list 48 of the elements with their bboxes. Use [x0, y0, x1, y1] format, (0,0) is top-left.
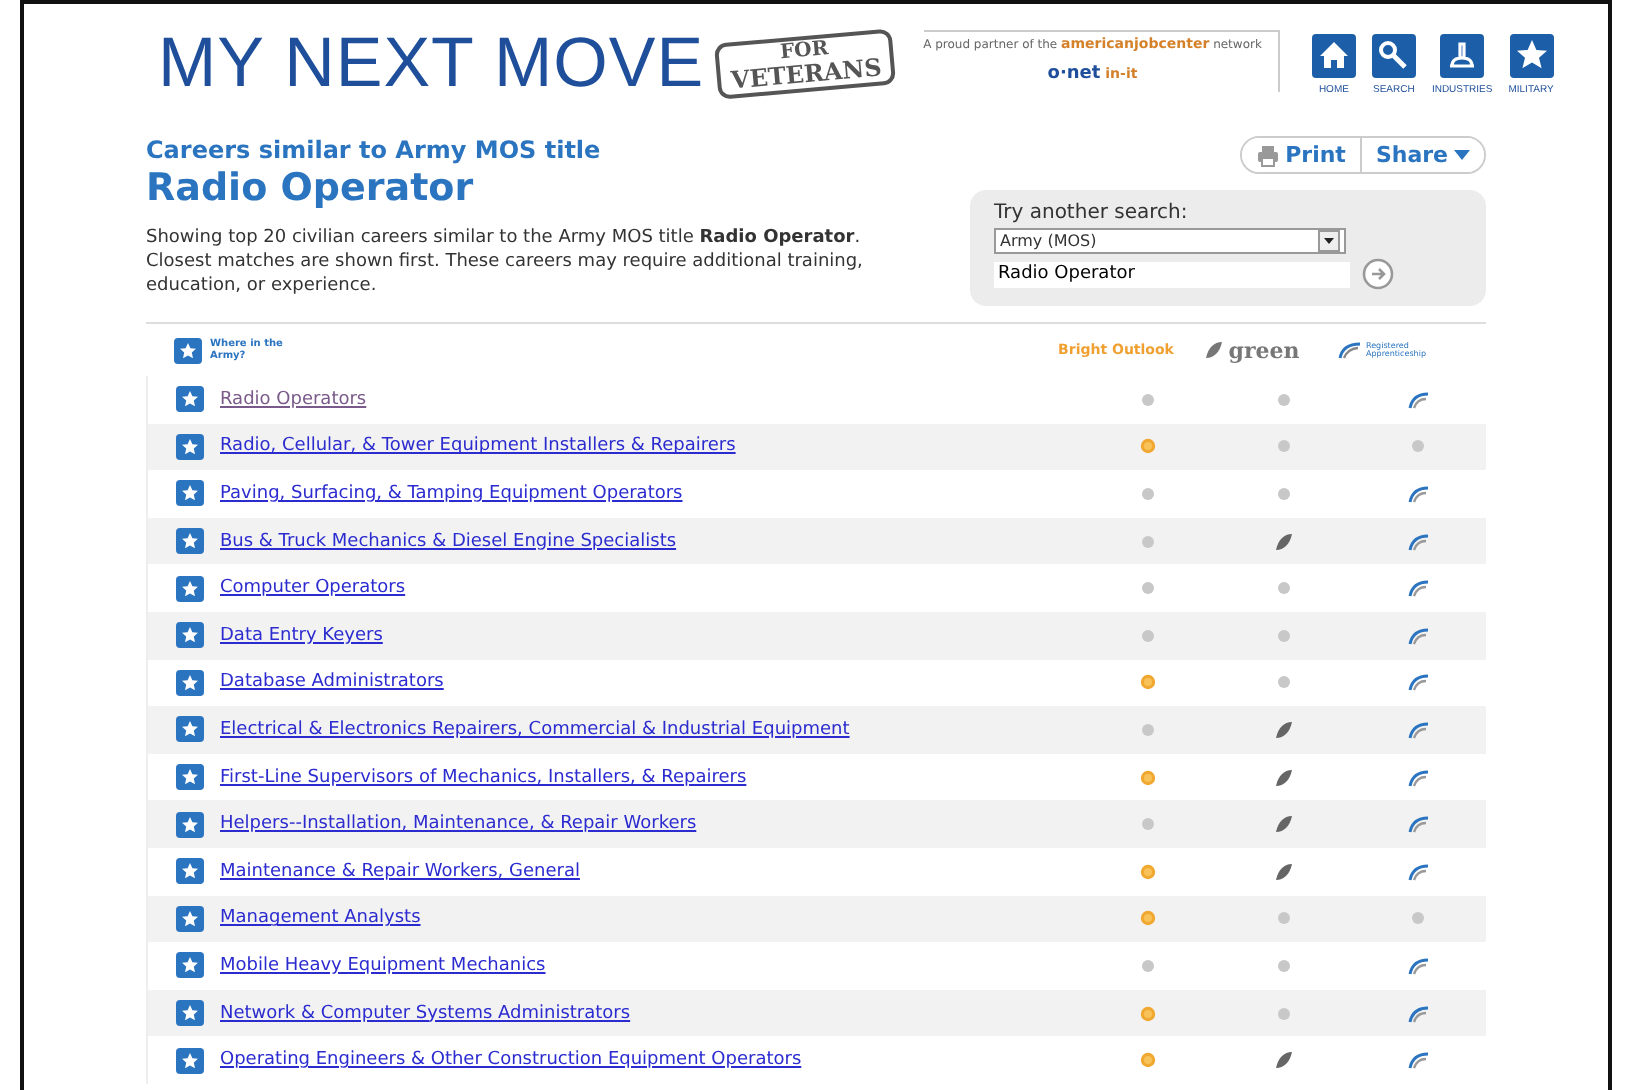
star-icon — [176, 433, 204, 460]
career-link[interactable]: Network & Computer Systems Administrators — [220, 1003, 631, 1024]
career-link[interactable]: Paving, Surfacing, & Tamping Equipment Operators — [220, 483, 683, 504]
logo-title: MY NEXT MOVE — [158, 24, 705, 104]
search-label: Try another search: — [994, 202, 1190, 224]
star-icon — [176, 575, 204, 602]
star-icon — [176, 528, 204, 555]
career-link[interactable]: Maintenance & Repair Workers, General — [220, 861, 580, 882]
veterans-stamp: FOR VETERANS — [714, 28, 898, 100]
star-icon — [176, 386, 204, 413]
page-subtitle: Careers similar to Army MOS title — [146, 136, 603, 164]
career-link[interactable]: Radio, Cellular, & Tower Equipment Installers & Repairers — [220, 436, 736, 457]
printer-icon — [1255, 143, 1280, 167]
page-title: Radio Operator — [146, 166, 476, 210]
intro-text: Showing top 20 civilian careers similar to the Army MOS title Radio Operator. Closest matches are shown first. These careers may require additional training, education, or experience. — [146, 226, 865, 298]
star-icon — [176, 716, 204, 743]
share-button[interactable]: Share — [1359, 138, 1484, 172]
career-link[interactable]: Computer Operators — [220, 578, 406, 599]
star-icon — [176, 858, 204, 885]
home-icon — [1311, 33, 1356, 77]
star-icon — [176, 480, 204, 507]
career-link[interactable]: Operating Engineers & Other Construction Equipment Operators — [220, 1050, 802, 1071]
search-field[interactable]: Radio Operator — [994, 261, 1350, 287]
career-link[interactable]: Radio Operators — [220, 389, 367, 410]
career-link[interactable]: Electrical & Electronics Repairers, Commercial & Industrial Equipment — [220, 719, 850, 740]
star-icon — [176, 811, 204, 838]
arch-icon — [1338, 340, 1362, 360]
star-icon — [176, 1047, 204, 1074]
star-icon — [176, 905, 204, 932]
search-type-dropdown[interactable]: Army (MOS) — [994, 228, 1346, 254]
career-link[interactable]: Data Entry Keyers — [220, 625, 383, 646]
star-icon — [176, 952, 204, 979]
search-icon — [1371, 33, 1416, 77]
caret-icon — [1454, 150, 1470, 160]
career-link[interactable]: Mobile Heavy Equipment Mechanics — [220, 955, 546, 976]
career-link[interactable]: First-Line Supervisors of Mechanics, Installers, & Repairers — [220, 767, 747, 788]
star-icon — [174, 337, 202, 363]
star-icon — [176, 764, 204, 791]
leaf-icon — [1204, 340, 1225, 360]
career-link[interactable]: Database Administrators — [220, 672, 444, 693]
star-icon — [176, 622, 204, 649]
career-link[interactable]: Management Analysts — [220, 908, 421, 929]
career-link[interactable]: Bus & Truck Mechanics & Diesel Engine Specialists — [220, 531, 677, 552]
star-icon — [176, 669, 204, 696]
career-link[interactable]: Helpers--Installation, Maintenance, & Repair Workers — [220, 814, 697, 835]
star-icon — [176, 1000, 204, 1027]
go-button[interactable] — [1362, 258, 1394, 290]
column-header: green — [1184, 337, 1320, 363]
